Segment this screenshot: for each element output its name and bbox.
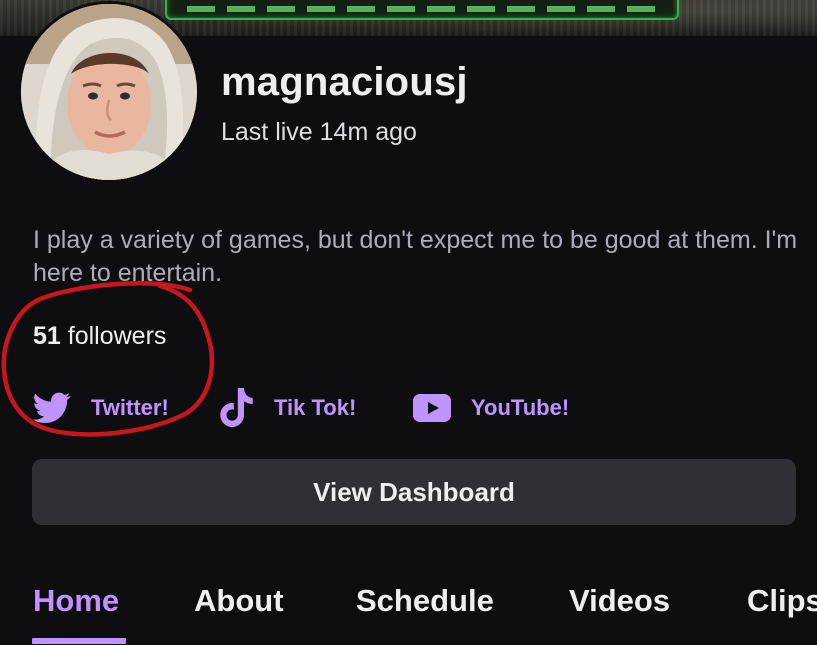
followers-number: 51 bbox=[33, 322, 61, 350]
social-link-label: Twitter! bbox=[91, 395, 169, 420]
tab-about[interactable]: About bbox=[194, 583, 284, 619]
social-link-twitter[interactable]: Twitter! bbox=[33, 388, 169, 428]
channel-page: magnaciousj Last live 14m ago I play a v… bbox=[0, 0, 817, 645]
banner-logo bbox=[165, 0, 679, 20]
active-tab-indicator bbox=[32, 638, 126, 644]
tab-home[interactable]: Home bbox=[33, 583, 119, 619]
youtube-play-icon bbox=[413, 388, 451, 428]
social-link-tiktok[interactable]: Tik Tok! bbox=[220, 388, 356, 428]
avatar[interactable] bbox=[21, 4, 197, 180]
social-link-youtube[interactable]: YouTube! bbox=[413, 388, 569, 428]
avatar-photo bbox=[21, 4, 197, 180]
channel-bio: I play a variety of games, but don't exp… bbox=[33, 226, 798, 287]
tiktok-note-icon bbox=[220, 388, 254, 428]
channel-username: magnaciousj bbox=[221, 60, 468, 104]
channel-tabs: Home About Schedule Videos Clips bbox=[0, 575, 817, 645]
tab-clips[interactable]: Clips bbox=[747, 583, 817, 619]
tab-schedule[interactable]: Schedule bbox=[356, 583, 494, 619]
followers-label: followers bbox=[67, 322, 167, 350]
social-link-label: Tik Tok! bbox=[274, 395, 357, 420]
tab-videos[interactable]: Videos bbox=[569, 583, 670, 619]
followers-count: 51 followers bbox=[33, 322, 166, 351]
view-dashboard-button[interactable]: View Dashboard bbox=[32, 459, 796, 525]
social-link-label: YouTube! bbox=[471, 395, 570, 420]
last-live-status: Last live 14m ago bbox=[221, 118, 417, 146]
twitter-bird-icon bbox=[33, 388, 71, 428]
